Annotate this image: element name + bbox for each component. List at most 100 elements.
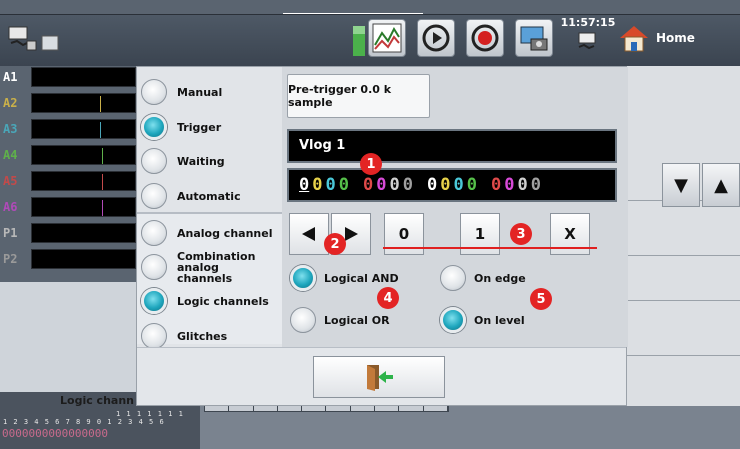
level-bar-icon <box>352 22 366 56</box>
channel-trace <box>31 197 136 217</box>
dialog-right-column: Pre-trigger 0.0 k sample Vlog 1 0 0 0 0 … <box>282 67 628 347</box>
clock-time: 11:57:15 <box>560 16 616 29</box>
radio-on-edge[interactable]: On edge <box>440 265 526 291</box>
keyboard-icon[interactable] <box>40 34 60 52</box>
logic-numbers-top: 1 1 1 1 1 1 1 <box>116 410 184 418</box>
divider <box>627 300 740 301</box>
bit[interactable]: 0 <box>326 175 336 195</box>
bit[interactable]: 0 <box>491 175 501 195</box>
screenshot-button[interactable] <box>515 19 553 57</box>
radio-label: Waiting <box>177 154 225 168</box>
logic-numbers-units: 1 2 3 4 5 6 7 8 9 <box>3 418 92 426</box>
channel-row[interactable]: A4 <box>0 144 136 166</box>
annotation-badge: 2 <box>324 233 346 255</box>
trigger-dialog: Manual Trigger Waiting Automatic Analog … <box>136 66 628 406</box>
annotation-badge: 1 <box>360 153 382 175</box>
channel-label: A2 <box>3 96 18 110</box>
bit[interactable]: 0 <box>504 175 514 195</box>
triangle-up-icon: ▲ <box>714 174 728 196</box>
channel-row[interactable]: A6 <box>0 196 136 218</box>
bit[interactable]: 0 <box>467 175 477 195</box>
logic-panel-title: Logic chann <box>60 394 134 407</box>
exit-button[interactable] <box>313 356 445 398</box>
bit[interactable]: 0 <box>427 175 437 195</box>
home-label: Home <box>656 31 695 45</box>
radio-label: Manual <box>177 85 223 99</box>
channel-row[interactable]: A3 <box>0 118 136 140</box>
home-button[interactable]: Home <box>618 19 728 57</box>
channel-trace <box>31 171 136 191</box>
radio-logic-channels[interactable]: Logic channels <box>141 284 282 318</box>
bit[interactable]: 0 <box>376 175 386 195</box>
network-status-icon <box>578 32 596 50</box>
channel-list: A1 A2 A3 A4 A5 A6 P1 P2 <box>0 66 136 269</box>
annotation-badge: 3 <box>510 223 532 245</box>
radio-label: Logic channels <box>177 294 269 308</box>
bit-left-button[interactable] <box>289 213 329 255</box>
chart-button[interactable] <box>368 19 406 57</box>
channel-row[interactable]: A1 <box>0 66 136 88</box>
bit[interactable]: 0 <box>403 175 413 195</box>
bit[interactable]: 0 <box>312 175 322 195</box>
logic-bits: 0000000000000000 <box>2 427 108 440</box>
radio-logical-or[interactable]: Logical OR <box>290 307 390 333</box>
top-strip <box>0 0 740 15</box>
radio-indicator <box>290 265 316 291</box>
radio-label: On level <box>474 313 525 327</box>
channel-trace <box>31 249 136 269</box>
bit[interactable]: 0 <box>363 175 373 195</box>
radio-indicator <box>141 220 167 246</box>
radio-indicator <box>141 148 167 174</box>
channel-row[interactable]: P2 <box>0 248 136 270</box>
radio-label: Combination analog channels <box>177 249 256 285</box>
radio-indicator <box>141 254 167 280</box>
radio-analog-channel[interactable]: Analog channel <box>141 216 282 250</box>
camera-icon <box>520 26 548 51</box>
scroll-up-button[interactable]: ▲ <box>702 163 740 207</box>
bit[interactable]: 0 <box>518 175 528 195</box>
bit[interactable]: 0 <box>454 175 464 195</box>
radio-on-level[interactable]: On level <box>440 307 525 333</box>
arrow-left-icon <box>302 227 315 241</box>
channel-trace <box>31 119 136 139</box>
bit[interactable]: 0 <box>339 175 349 195</box>
bit[interactable]: 0 <box>390 175 400 195</box>
radio-label: Glitches <box>177 329 228 343</box>
annotation-badge: 4 <box>377 287 399 309</box>
radio-waiting[interactable]: Waiting <box>141 144 282 178</box>
radio-label: Automatic <box>177 189 241 203</box>
radio-indicator <box>141 114 167 140</box>
bit[interactable]: 0 <box>531 175 541 195</box>
radio-automatic[interactable]: Automatic <box>141 179 282 213</box>
channel-row[interactable]: P1 <box>0 222 136 244</box>
radio-combination-analog[interactable]: Combination analog channels <box>141 250 282 284</box>
trigger-bits-display[interactable]: 0 0 0 0 0 0 0 0 0 0 0 0 0 0 0 0 <box>287 168 617 202</box>
triangle-down-icon: ▼ <box>674 174 688 196</box>
exit-door-icon <box>367 365 393 391</box>
logic-numbers-bottom: 1 2 3 4 5 6 7 8 9 0 1 2 3 4 5 6 <box>3 418 165 426</box>
radio-indicator <box>141 79 167 105</box>
divider <box>627 355 740 356</box>
channel-trace <box>31 223 136 243</box>
radio-trigger[interactable]: Trigger <box>141 110 282 144</box>
channel-label: P1 <box>3 226 18 240</box>
channel-label: A3 <box>3 122 18 136</box>
record-button[interactable] <box>466 19 504 57</box>
graph-area <box>0 282 136 392</box>
bit[interactable]: 0 <box>440 175 450 195</box>
play-icon <box>422 24 450 52</box>
channel-trace <box>31 145 136 165</box>
network-icon[interactable] <box>6 24 38 54</box>
channel-row[interactable]: A5 <box>0 170 136 192</box>
radio-manual[interactable]: Manual <box>141 75 282 109</box>
radio-label: Analog channel <box>177 226 273 240</box>
pretrigger-button[interactable]: Pre-trigger 0.0 k sample <box>287 74 430 118</box>
radio-indicator <box>141 288 167 314</box>
radio-label: Logical AND <box>324 271 399 285</box>
radio-indicator <box>440 265 466 291</box>
play-button[interactable] <box>417 19 455 57</box>
scroll-down-button[interactable]: ▼ <box>662 163 700 207</box>
bit[interactable]: 0 <box>299 175 309 195</box>
dialog-footer <box>137 347 626 405</box>
channel-row[interactable]: A2 <box>0 92 136 114</box>
